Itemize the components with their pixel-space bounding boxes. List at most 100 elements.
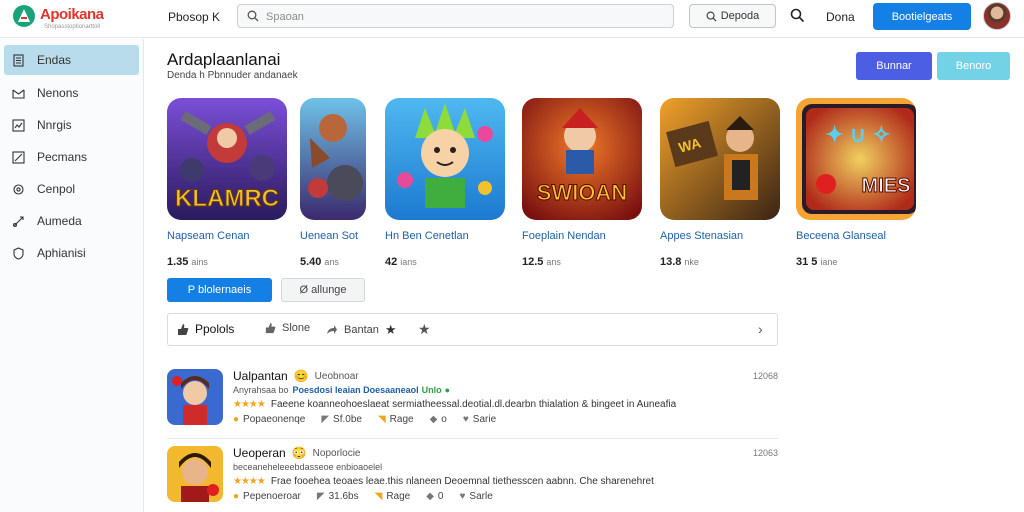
sidebar-item-endas[interactable]: Endas bbox=[4, 45, 139, 75]
search-button[interactable]: Depoda bbox=[689, 4, 776, 28]
review-author[interactable]: Ualpantan 😊 Ueobnoar bbox=[233, 369, 359, 383]
app-title[interactable]: Napseam Cenan bbox=[167, 230, 250, 242]
action-comment[interactable]: ● Popaeonenqe bbox=[233, 414, 305, 425]
logo-icon[interactable] bbox=[12, 4, 36, 28]
review-avatar[interactable] bbox=[167, 369, 223, 425]
blue-button[interactable]: P blolernaeis bbox=[167, 278, 272, 302]
primary-header-button[interactable]: Bootielgeats bbox=[873, 3, 971, 30]
app-card[interactable]: SWIOAN Foeplain Nendan 12.5 ans bbox=[522, 98, 650, 278]
filter-bar: Ppolols Slone Bantan ★ ★ › bbox=[167, 313, 778, 346]
filter-third[interactable]: Bantan ★ bbox=[326, 322, 397, 338]
sidebar-item-aphianisi[interactable]: Aphianisi bbox=[4, 238, 139, 268]
share-icon bbox=[13, 215, 24, 227]
tag-icon: ◥ bbox=[377, 414, 386, 425]
app-title[interactable]: Appes Stenasian bbox=[660, 230, 743, 242]
sidebar-item-nnrgis[interactable]: Nnrgis bbox=[4, 110, 139, 140]
brand-name[interactable]: Apoikana bbox=[40, 6, 104, 23]
review-item: Ueoperan 😳 Noporlocie 12063 beceanehelee… bbox=[167, 446, 778, 508]
app-thumbnail bbox=[385, 98, 505, 220]
filter-label: Slone bbox=[282, 322, 311, 334]
sidebar-item-pecmans[interactable]: Pecmans bbox=[4, 142, 139, 172]
emoji-icon: 😊 bbox=[293, 369, 309, 383]
search-icon bbox=[247, 10, 259, 22]
action-label: Sarle bbox=[469, 491, 493, 502]
action-comment[interactable]: ● Pepenoeroar bbox=[233, 491, 301, 502]
emoji-icon: 😳 bbox=[291, 446, 307, 460]
filter-label: Bantan bbox=[344, 324, 379, 336]
action-share[interactable]: ♥ Sarle bbox=[459, 491, 492, 502]
review-avatar[interactable] bbox=[167, 446, 223, 502]
document-icon bbox=[13, 53, 24, 67]
review-text: Frae fooehea teoaes leae.this nlaneen De… bbox=[270, 476, 654, 487]
app-thumbnail: WA bbox=[660, 98, 780, 220]
sidebar-item-label: Pecmans bbox=[37, 150, 88, 164]
author-handle: Noporlocie bbox=[312, 447, 361, 459]
app-title[interactable]: Uenean Sot bbox=[300, 230, 358, 242]
author-name: Ueoperan bbox=[233, 446, 286, 460]
primary-action-button[interactable]: Bunnar bbox=[856, 52, 932, 80]
sidebar-item-cenpol[interactable]: Cenpol bbox=[4, 174, 139, 204]
app-rating: 42 ians bbox=[385, 256, 417, 268]
app-card[interactable]: WA Appes Stenasian 13.8 nke bbox=[660, 98, 788, 278]
app-thumbnail bbox=[300, 98, 366, 220]
app-title[interactable]: Hn Ben Cenetlan bbox=[385, 230, 469, 242]
action-label: Pepenoeroar bbox=[243, 491, 301, 502]
app-card[interactable]: KLAMRC Napseam Cenan 1.35 ains bbox=[167, 98, 295, 278]
action-tag[interactable]: ◥ Rage bbox=[378, 414, 414, 425]
app-card[interactable]: Hn Ben Cenetlan 42 ians bbox=[385, 98, 513, 278]
action-label: o bbox=[441, 414, 447, 425]
review-author[interactable]: Ueoperan 😳 Noporlocie bbox=[233, 446, 360, 460]
review-body: ★★★★ Frae fooehea teoaes leae.this nlane… bbox=[233, 476, 654, 487]
action-reply[interactable]: ◤ 31.6bs bbox=[317, 491, 359, 502]
action-label: Sf.0be bbox=[333, 414, 362, 425]
action-label: Popaeonenqe bbox=[243, 414, 306, 425]
chevron-right-icon[interactable]: › bbox=[758, 321, 763, 337]
search-box[interactable] bbox=[237, 4, 674, 28]
action-like[interactable]: ◆ o bbox=[430, 414, 447, 425]
verified-icon: ● bbox=[444, 385, 451, 395]
search-icon[interactable] bbox=[790, 8, 805, 23]
heart-icon: ♥ bbox=[462, 414, 469, 425]
sidebar-item-nenons[interactable]: Nenons bbox=[4, 78, 139, 108]
action-share[interactable]: ♥ Sarie bbox=[463, 414, 496, 425]
tagline-text: beceaneheleeebdasseoe enbioaoelel bbox=[233, 462, 383, 472]
review-date: 12068 bbox=[752, 371, 778, 381]
action-tag[interactable]: ◥ Rage bbox=[375, 491, 411, 502]
tagline-highlight[interactable]: Poesdosi leaian Doesaaneaol bbox=[293, 385, 419, 395]
action-like[interactable]: ◆ 0 bbox=[426, 491, 443, 502]
gray-button[interactable]: Ø allunge bbox=[281, 278, 365, 302]
sidebar-item-aumeda[interactable]: Aumeda bbox=[4, 206, 139, 236]
mail-icon bbox=[12, 89, 25, 99]
rating-value: 1.35 bbox=[167, 256, 189, 268]
rating-value: 31 5 bbox=[796, 256, 818, 268]
review-item: Ualpantan 😊 Ueobnoar 12068 Anyrahsaa bo P… bbox=[167, 369, 778, 431]
search-input[interactable] bbox=[266, 9, 646, 25]
sidebar-item-label: Cenpol bbox=[37, 182, 76, 196]
filter-popular[interactable]: Ppolols bbox=[176, 322, 234, 336]
filter-second[interactable]: Slone bbox=[264, 322, 310, 334]
app-rating: 5.40 ans bbox=[300, 256, 339, 268]
app-thumbnail: ✦ ∪ ✧ MIES bbox=[796, 98, 916, 220]
header-link[interactable]: Dona bbox=[826, 10, 855, 24]
tagline-badge: Unlo bbox=[421, 385, 442, 395]
sidebar: Endas Nenons Nnrgis Pecmans Cenpol Aumed… bbox=[0, 39, 144, 512]
art-text: MIES bbox=[862, 175, 911, 197]
art-text: SWIOAN bbox=[537, 180, 627, 205]
brand-tagline: Shopasstoptionarttoll bbox=[44, 24, 101, 30]
rating-value: 5.40 bbox=[300, 256, 322, 268]
star-icon[interactable]: ★ bbox=[418, 321, 431, 338]
app-rating: 13.8 nke bbox=[660, 256, 699, 268]
search-icon bbox=[706, 11, 717, 22]
app-title[interactable]: Beceena Glanseal bbox=[796, 230, 886, 242]
app-thumbnail: SWIOAN bbox=[522, 98, 642, 220]
star-rating: ★★★★ bbox=[233, 399, 266, 410]
sidebar-item-label: Nenons bbox=[37, 86, 79, 100]
app-title[interactable]: Foeplain Nendan bbox=[522, 230, 606, 242]
rating-value: 12.5 bbox=[522, 256, 544, 268]
shield-icon bbox=[13, 246, 24, 260]
secondary-action-button[interactable]: Benoro bbox=[937, 52, 1010, 80]
rating-value: 42 bbox=[385, 256, 398, 268]
action-reply[interactable]: ◤ Sf.0be bbox=[321, 414, 362, 425]
avatar[interactable] bbox=[983, 2, 1011, 30]
app-card[interactable]: ✦ ∪ ✧ MIES Beceena Glanseal 31 5 iane bbox=[796, 98, 924, 278]
